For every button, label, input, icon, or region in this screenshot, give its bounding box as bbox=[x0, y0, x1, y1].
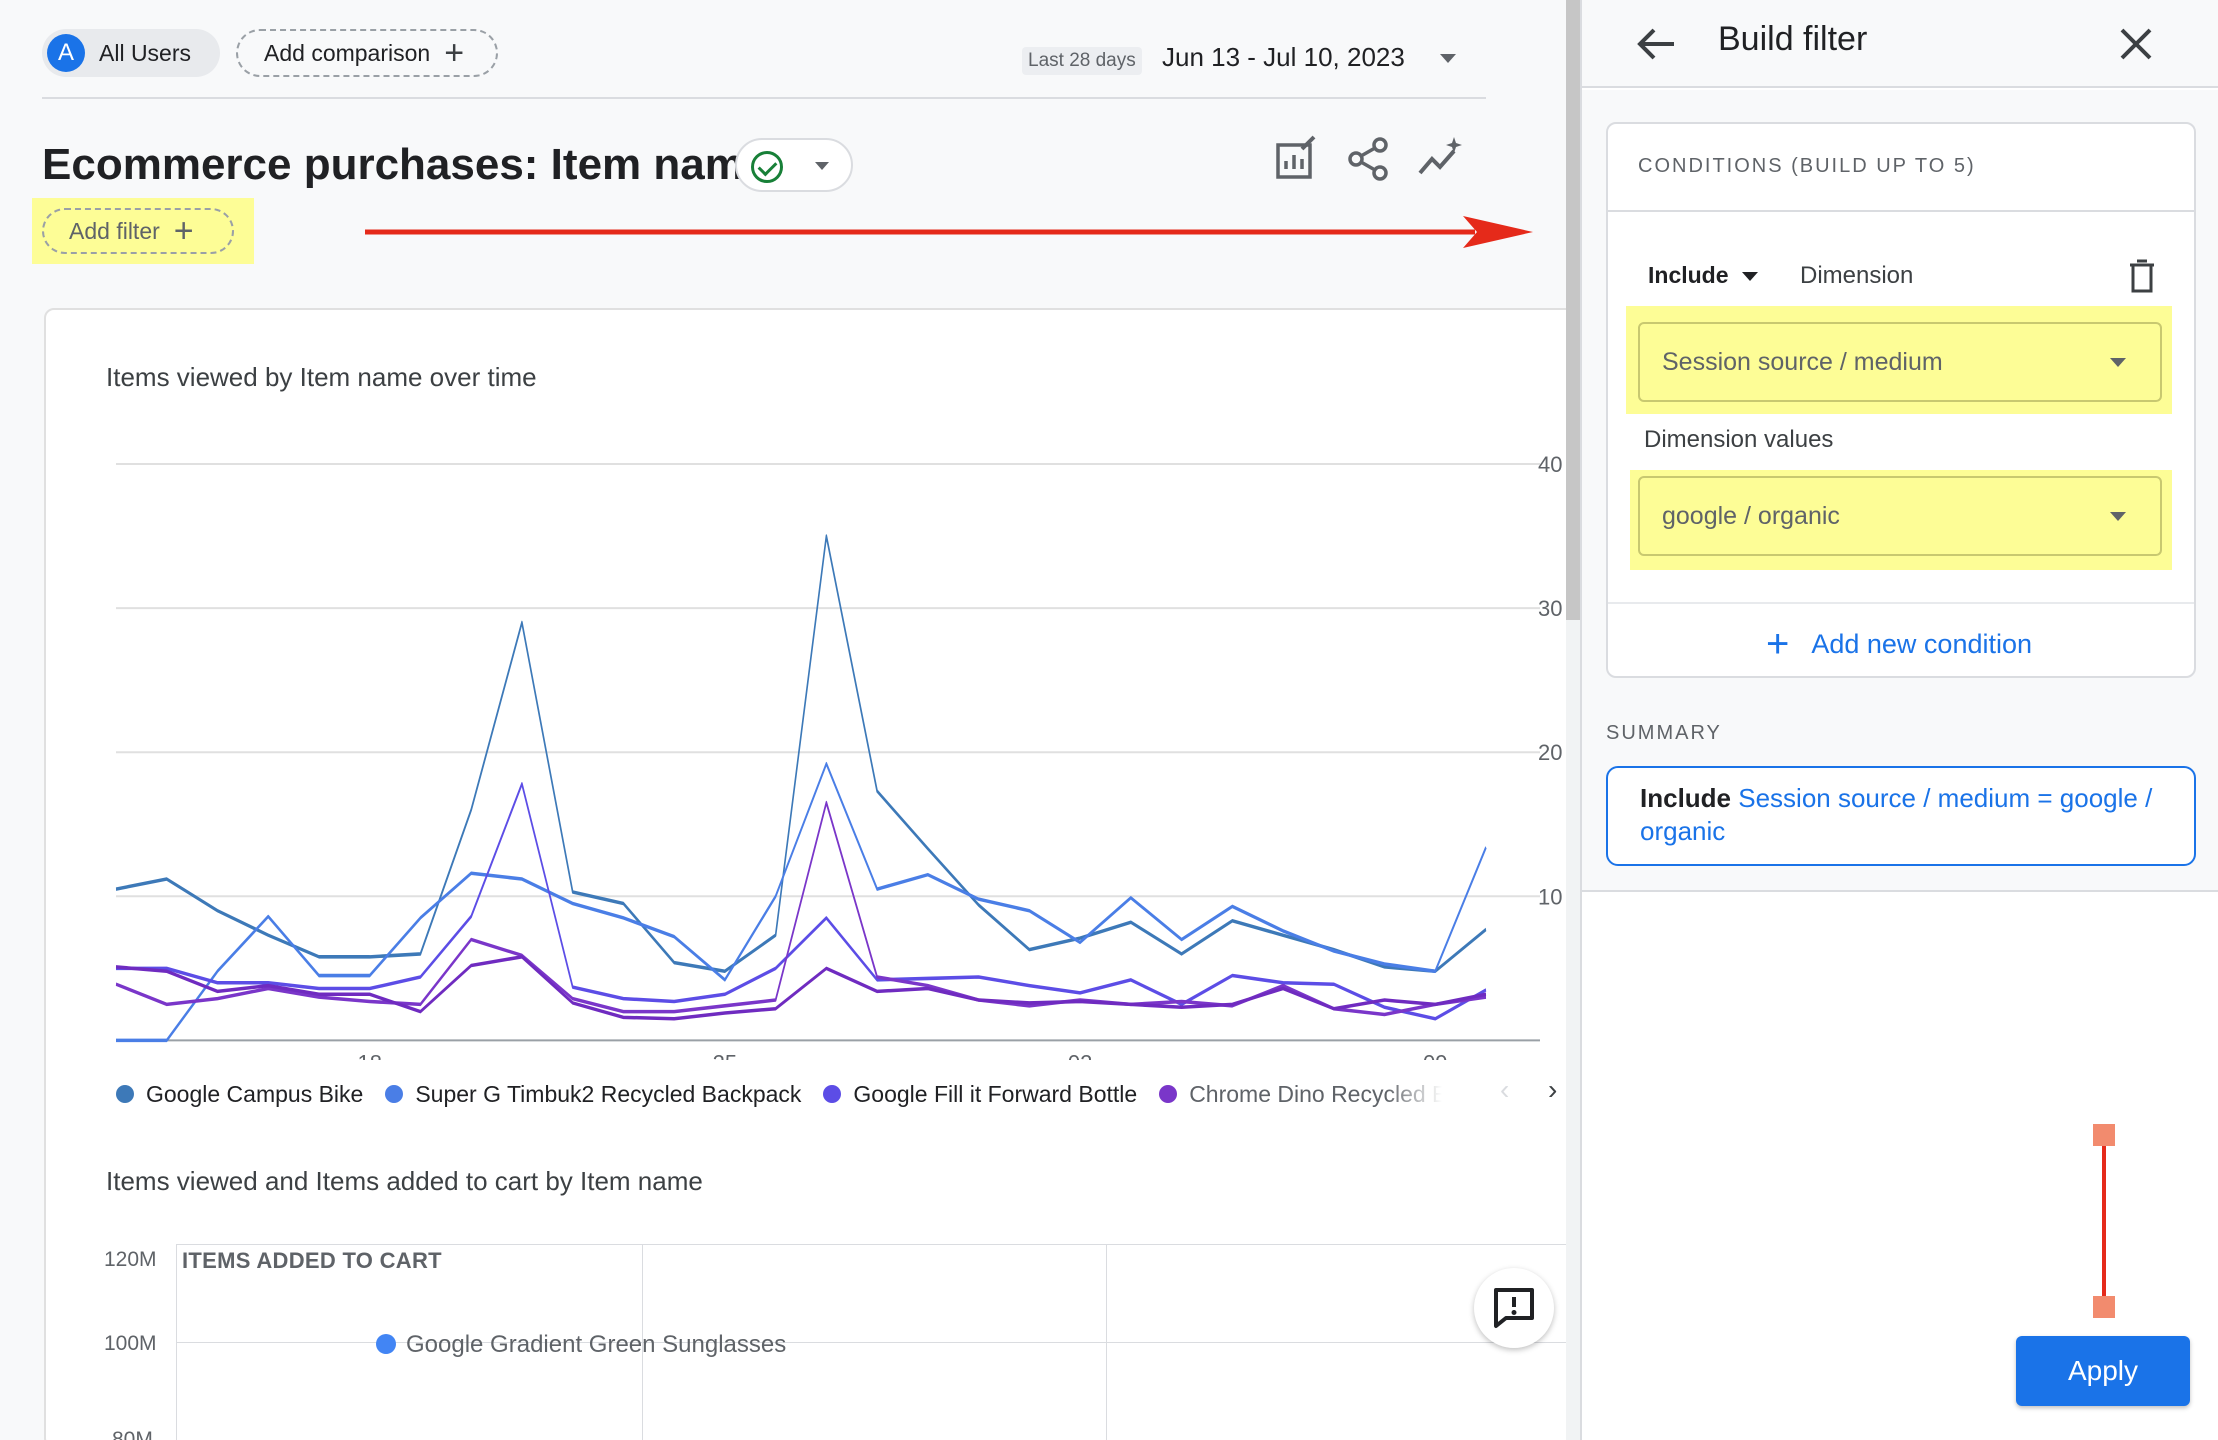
legend-swatch bbox=[823, 1085, 842, 1103]
divider bbox=[1608, 210, 2194, 212]
customize-report-icon[interactable] bbox=[1272, 135, 1320, 183]
report-area: A All Users Add comparison + Last 28 day… bbox=[0, 0, 1580, 1440]
y-tick-label: 10 bbox=[1538, 884, 1562, 909]
date-range-picker[interactable]: Jun 13 - Jul 10, 2023 bbox=[1162, 42, 1405, 73]
grid-line bbox=[176, 1244, 177, 1440]
legend-label: Google Fill it Forward Bottle bbox=[853, 1080, 1138, 1107]
scatter-point-label: Google Gradient Green Sunglasses bbox=[406, 1331, 787, 1358]
segment-chip-all-users[interactable]: A All Users bbox=[42, 29, 220, 77]
close-icon[interactable] bbox=[2112, 20, 2160, 68]
y-tick-label: 30 bbox=[1538, 596, 1562, 621]
add-filter-label: Add filter bbox=[69, 217, 160, 244]
summary-header: SUMMARY bbox=[1606, 722, 1722, 744]
report-status-dropdown[interactable] bbox=[735, 138, 853, 192]
annotation-arrow bbox=[365, 216, 1533, 248]
legend-label: Google Campus Bike bbox=[146, 1080, 364, 1107]
y-axis-label: 80M bbox=[112, 1428, 153, 1440]
legend-item[interactable]: Google Fill it Forward Bottle bbox=[823, 1081, 1137, 1108]
annotation-handle bbox=[2093, 1296, 2115, 1318]
summary-box: Include Session source / medium = google… bbox=[1606, 766, 2196, 866]
scatter-point[interactable] bbox=[376, 1334, 396, 1354]
chevron-down-icon bbox=[815, 162, 829, 170]
panel-header: Build filter bbox=[1582, 0, 2218, 88]
chart-title: Items viewed and Items added to cart by … bbox=[106, 1166, 703, 1196]
dimension-values-select-value: google / organic bbox=[1662, 502, 1840, 530]
add-new-condition-label: Add new condition bbox=[1811, 628, 2033, 659]
scatter-series-header: ITEMS ADDED TO CART bbox=[182, 1248, 442, 1273]
legend-swatch bbox=[385, 1085, 404, 1103]
plus-icon: + bbox=[444, 34, 465, 72]
legend-label: Super G Timbuk2 Recycled Backpack bbox=[415, 1080, 802, 1107]
annotation-handle bbox=[2093, 1124, 2115, 1146]
divider bbox=[1608, 602, 2194, 604]
chart-legend: Google Campus Bike Super G Timbuk2 Recycl… bbox=[116, 1078, 1469, 1110]
dimension-select[interactable]: Session source / medium bbox=[1638, 322, 2162, 402]
feedback-button[interactable] bbox=[1474, 1268, 1554, 1348]
annotation-line bbox=[2102, 1130, 2106, 1308]
y-axis-label: 120M bbox=[104, 1248, 157, 1271]
chevron-down-icon bbox=[2110, 512, 2126, 521]
x-tick-label: 09 bbox=[1423, 1050, 1447, 1060]
y-tick-label: 20 bbox=[1538, 740, 1562, 765]
add-comparison-label: Add comparison bbox=[264, 39, 431, 66]
page-title: Ecommerce purchases: Item name bbox=[42, 140, 769, 189]
legend-swatch bbox=[116, 1085, 134, 1103]
divider bbox=[1582, 890, 2218, 892]
series-line[interactable] bbox=[115, 534, 1487, 973]
header-divider bbox=[42, 97, 1486, 99]
summary-include: Include bbox=[1640, 783, 1732, 813]
dimension-label: Dimension bbox=[1800, 262, 1914, 289]
include-dropdown[interactable]: Include bbox=[1648, 262, 1729, 289]
grid-line bbox=[176, 1244, 1566, 1245]
legend-item[interactable]: Super G Timbuk2 Recycled Backpack bbox=[385, 1081, 801, 1108]
conditions-header: CONDITIONS (BUILD UP TO 5) bbox=[1638, 155, 1976, 177]
chart-title: Items viewed by Item name over time bbox=[106, 362, 537, 392]
check-circle-icon bbox=[751, 151, 783, 183]
build-filter-panel: Build filter CONDITIONS (BUILD UP TO 5) … bbox=[1580, 0, 2218, 1440]
add-new-condition-button[interactable]: + Add new condition bbox=[1766, 624, 2032, 664]
chevron-left-icon[interactable]: ‹ bbox=[1500, 1074, 1509, 1106]
segment-avatar: A bbox=[47, 34, 85, 72]
feedback-icon bbox=[1494, 1288, 1534, 1328]
scrollbar-thumb[interactable] bbox=[1566, 0, 1580, 620]
share-icon[interactable] bbox=[1344, 135, 1392, 183]
add-filter-button[interactable]: Add filter + bbox=[42, 208, 234, 254]
legend-swatch bbox=[1159, 1085, 1178, 1103]
plus-icon: + bbox=[1766, 622, 1790, 666]
panel-title: Build filter bbox=[1718, 20, 1868, 58]
y-axis-label: 100M bbox=[104, 1332, 157, 1355]
legend-fade bbox=[1386, 1072, 1466, 1114]
dimension-select-value: Session source / medium bbox=[1662, 348, 1943, 376]
x-tick-label: 02 bbox=[1068, 1050, 1092, 1060]
x-tick-label: 18 bbox=[357, 1050, 381, 1060]
segment-label: All Users bbox=[99, 39, 192, 66]
plus-icon: + bbox=[173, 212, 194, 250]
date-preset-label: Last 28 days bbox=[1022, 47, 1142, 75]
chevron-right-icon[interactable]: › bbox=[1548, 1074, 1557, 1106]
y-tick-label: 40 bbox=[1538, 452, 1562, 477]
dimension-values-select[interactable]: google / organic bbox=[1638, 476, 2162, 556]
chevron-down-icon bbox=[2110, 358, 2126, 367]
x-tick-label: 25 bbox=[713, 1050, 737, 1060]
chevron-down-icon[interactable] bbox=[1440, 54, 1456, 63]
add-comparison-button[interactable]: Add comparison + bbox=[236, 29, 498, 77]
chevron-down-icon[interactable] bbox=[1742, 272, 1758, 281]
grid-line bbox=[1106, 1244, 1107, 1440]
insights-icon[interactable] bbox=[1416, 135, 1464, 183]
apply-button[interactable]: Apply bbox=[2016, 1336, 2190, 1406]
items-viewed-line-chart: 4030201018Jun2502Jul09 bbox=[115, 452, 1562, 1060]
dimension-values-label: Dimension values bbox=[1644, 426, 1834, 453]
arrow-back-icon[interactable] bbox=[1632, 20, 1680, 68]
trash-icon[interactable] bbox=[2122, 256, 2162, 296]
legend-item[interactable]: Google Campus Bike bbox=[116, 1081, 363, 1108]
